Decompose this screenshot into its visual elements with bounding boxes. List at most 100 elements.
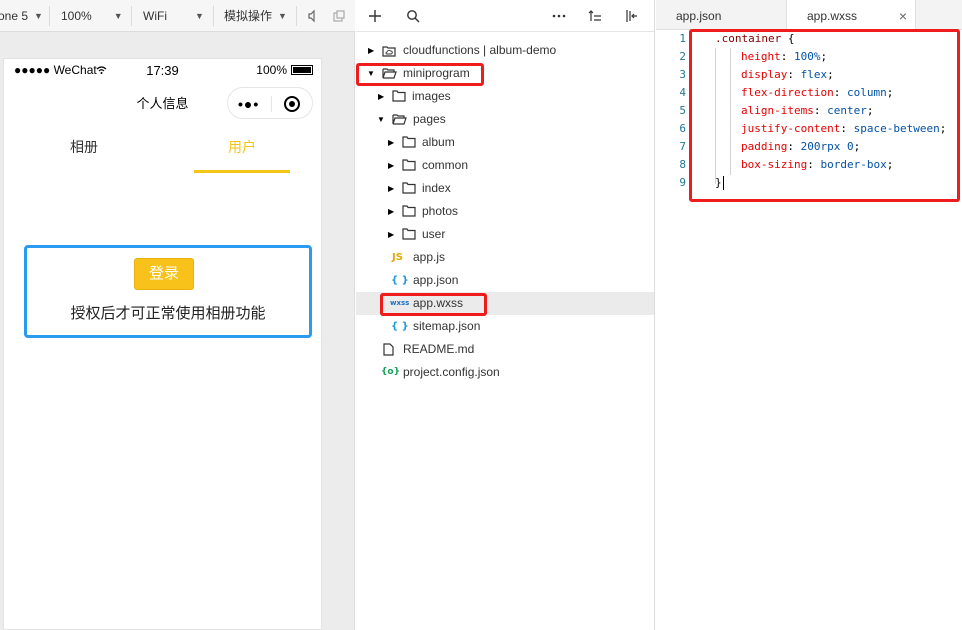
search-icon[interactable]	[406, 9, 420, 23]
close-icon[interactable]: ×	[899, 0, 907, 32]
explorer-toolbar	[356, 0, 654, 32]
battery-status: 100%	[256, 63, 313, 77]
tree-item-label: app.js	[413, 250, 446, 264]
tree-item-label: pages	[413, 112, 446, 126]
tree-item-label: README.md	[403, 342, 475, 356]
device-select[interactable]: one 5 ▼	[0, 0, 43, 32]
collapse-icon[interactable]	[625, 9, 639, 23]
folder-icon	[392, 90, 406, 102]
tab-bar: 相册 用户	[4, 133, 321, 173]
editor-tab-bar: app.json app.wxss ×	[656, 0, 962, 31]
line-number: 9	[679, 176, 686, 189]
simulate-menu-label: 模拟操作	[224, 9, 273, 23]
chevron-right-icon: ▶	[378, 92, 385, 101]
tree-item-app-json[interactable]: { } app.json	[356, 269, 654, 292]
tree-item-app-js[interactable]: JS app.js	[356, 246, 654, 269]
simulator-pane: one 5 ▼ 100% ▼ WiFi ▼ 模拟操作 ▼ ●●●●● WeChat 17…	[0, 0, 355, 630]
line-number: 1	[679, 32, 686, 45]
tab-app-wxss[interactable]: app.wxss ×	[786, 0, 916, 31]
annotation-box-code	[689, 29, 960, 202]
network-select-value: WiFi	[143, 9, 167, 23]
battery-icon	[291, 65, 313, 75]
tree-item-readme[interactable]: README.md	[356, 338, 654, 361]
tab-user[interactable]: 用户	[194, 133, 290, 173]
tree-item-photos[interactable]: ▶ photos	[356, 200, 654, 223]
chevron-down-icon: ▼	[195, 11, 204, 21]
folder-icon	[402, 205, 416, 217]
login-hint: 授权后才可正常使用相册功能	[70, 305, 266, 322]
line-number: 5	[679, 104, 686, 117]
json-file-icon: { }	[391, 275, 409, 286]
annotation-box-app-wxss	[380, 293, 487, 316]
tree-item-label: photos	[422, 204, 459, 218]
chevron-down-icon: ▼	[34, 11, 43, 21]
simulator-toolbar: one 5 ▼ 100% ▼ WiFi ▼ 模拟操作 ▼	[0, 0, 355, 32]
tree-item-label: album	[422, 135, 455, 149]
battery-percent: 100%	[256, 63, 287, 77]
line-number: 7	[679, 140, 686, 153]
zoom-select[interactable]: 100% ▼	[61, 0, 123, 32]
chevron-down-icon: ▼	[377, 115, 385, 124]
tree-item-common[interactable]: ▶ common	[356, 154, 654, 177]
tree-item-label: project.config.json	[403, 365, 500, 379]
file-icon	[383, 343, 394, 356]
folder-icon	[402, 228, 416, 240]
chevron-right-icon: ▶	[388, 184, 395, 193]
toolbar-divider	[213, 6, 214, 26]
tree-item-label: common	[422, 158, 469, 172]
device-select-value: one 5	[0, 9, 29, 23]
toolbar-divider	[131, 6, 132, 26]
sort-icon[interactable]	[588, 9, 602, 23]
tree-item-label: images	[412, 89, 451, 103]
chevron-right-icon: ▶	[388, 230, 395, 239]
capsule-menu: •●•	[227, 87, 313, 119]
plus-icon[interactable]	[368, 9, 382, 23]
tree-item-label: cloudfunctions | album-demo	[403, 43, 557, 57]
capsule-divider	[271, 96, 272, 112]
tab-album[interactable]: 相册	[4, 133, 164, 173]
tree-item-sitemap-json[interactable]: { } sitemap.json	[356, 315, 654, 338]
tree-item-label: sitemap.json	[413, 319, 481, 333]
json-file-icon: { }	[391, 321, 409, 332]
status-bar: ●●●●● WeChat 17:39 100%	[4, 59, 321, 81]
close-miniprogram-icon[interactable]	[284, 96, 300, 112]
tree-item-label: app.json	[413, 273, 459, 287]
zoom-select-value: 100%	[61, 9, 92, 23]
mute-icon[interactable]	[306, 9, 320, 23]
config-file-icon: {o}	[381, 367, 400, 377]
more-icon[interactable]: •●•	[238, 97, 259, 111]
tree-item-project-config[interactable]: {o} project.config.json	[356, 361, 654, 384]
detach-window-icon[interactable]	[332, 9, 346, 23]
tree-item-album[interactable]: ▶ album	[356, 131, 654, 154]
network-select[interactable]: WiFi ▼	[143, 0, 204, 32]
chevron-down-icon: ▼	[113, 11, 123, 21]
tab-app-json[interactable]: app.json	[656, 0, 786, 30]
chevron-right-icon: ▶	[368, 46, 375, 55]
tree-item-pages[interactable]: ▼ pages	[356, 108, 654, 131]
line-number: 8	[679, 158, 686, 171]
folder-icon	[402, 159, 416, 171]
simulate-menu[interactable]: 模拟操作 ▼	[224, 0, 287, 32]
login-panel-highlight: 登录 授权后才可正常使用相册功能	[24, 245, 312, 338]
annotation-box-miniprogram	[356, 63, 484, 86]
folder-open-icon	[392, 114, 407, 125]
folder-icon	[402, 182, 416, 194]
more-icon[interactable]	[552, 9, 566, 23]
tree-item-cloudfunctions[interactable]: ▶ cloudfunctions | album-demo	[356, 39, 654, 62]
line-number: 6	[679, 122, 686, 135]
login-button[interactable]: 登录	[134, 258, 194, 290]
editor-tab-label: app.json	[676, 9, 722, 23]
editor-tab-label: app.wxss	[807, 9, 858, 23]
chevron-right-icon: ▶	[388, 207, 395, 216]
navigation-bar: 个人信息 •●•	[4, 81, 321, 123]
tree-item-index[interactable]: ▶ index	[356, 177, 654, 200]
chevron-down-icon: ▼	[278, 11, 287, 21]
toolbar-divider	[296, 6, 297, 26]
toolbar-divider	[49, 6, 50, 26]
tree-item-images[interactable]: ▶ images	[356, 85, 654, 108]
tree-item-user[interactable]: ▶ user	[356, 223, 654, 246]
chevron-right-icon: ▶	[388, 138, 395, 147]
line-number: 4	[679, 86, 686, 99]
tree-item-label: user	[422, 227, 446, 241]
line-number: 2	[679, 50, 686, 63]
